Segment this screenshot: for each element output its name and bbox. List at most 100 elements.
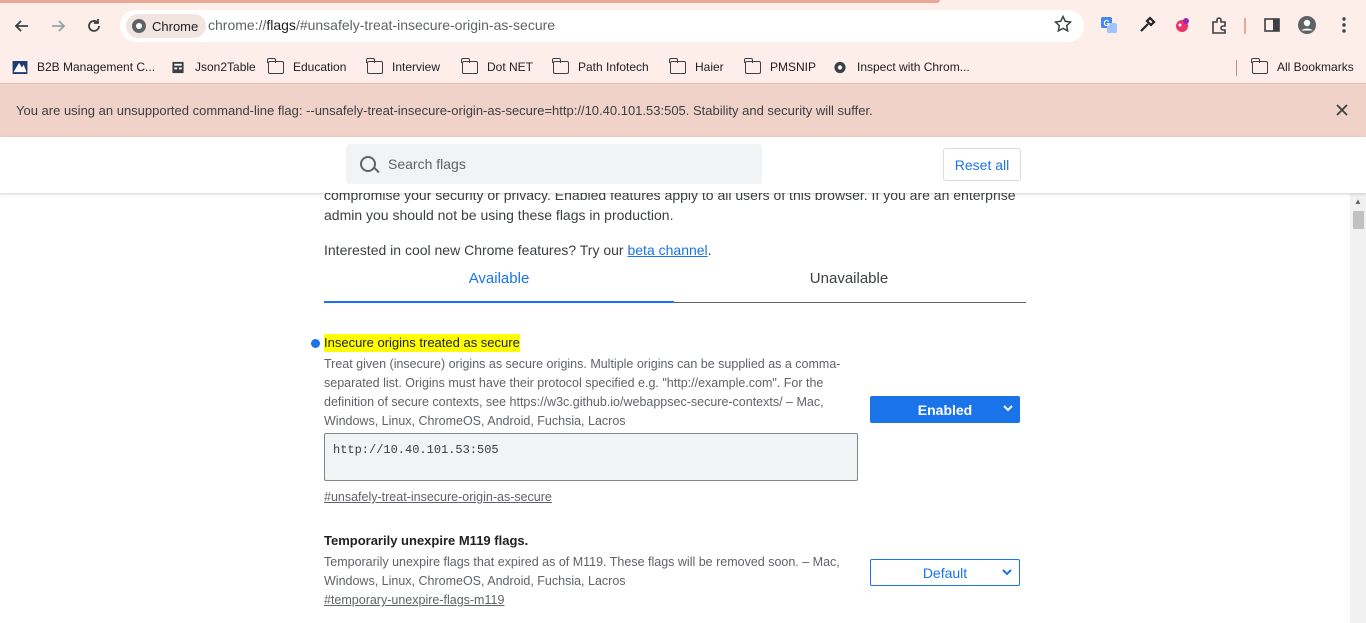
reload-icon (88, 19, 100, 32)
star-icon (1053, 14, 1073, 33)
bookmark-item[interactable]: PMSNIP (744, 56, 817, 78)
bookmark-label: B2B Management C... (37, 60, 156, 74)
select-value: Default (922, 564, 968, 581)
folder-icon (461, 57, 478, 74)
forward-button[interactable] (44, 12, 72, 40)
extensions-button[interactable] (1208, 14, 1230, 36)
url-path: /#unsafely-treat-insecure-origin-as-secu… (295, 17, 556, 33)
experiment-description: Treat given (insecure) origins as secure… (324, 357, 841, 428)
experiment-item: Insecure origins treated as secure Treat… (311, 334, 1026, 506)
translate-extension-button[interactable]: G (1098, 14, 1120, 36)
beta-promo: Interested in cool new Chrome features? … (324, 240, 712, 260)
more-vert-icon (1342, 17, 1346, 33)
bookmark-item[interactable]: Haier (669, 56, 724, 78)
bookmark-label: PMSNIP (770, 60, 817, 74)
infobar-message: You are using an unsupported command-lin… (16, 103, 873, 118)
search-input[interactable] (388, 156, 728, 172)
experiment-state-select[interactable]: Default (870, 559, 1020, 586)
bookmark-label: Dot NET (487, 60, 534, 74)
beta-prefix: Interested in cool new Chrome features? … (324, 242, 628, 258)
colorful-extension-button[interactable] (1171, 14, 1193, 36)
origins-textarea[interactable]: http://10.40.101.53:505 (324, 433, 858, 481)
search-box[interactable] (346, 144, 762, 184)
warning-line: compromise your security or privacy. Ena… (324, 193, 1016, 203)
bookmark-item[interactable]: Dot NET (461, 56, 534, 78)
side-panel-icon (1264, 18, 1280, 32)
chevron-down-icon (1002, 569, 1012, 576)
close-icon (1336, 104, 1348, 116)
eyedropper-extension-button[interactable] (1136, 14, 1158, 36)
bookmark-item[interactable]: B2B Management C... (12, 56, 155, 78)
site-info-chip[interactable]: Chrome (126, 14, 207, 38)
bookmark-item[interactable]: Interview (366, 56, 441, 78)
modified-indicator-dot (311, 339, 320, 348)
beta-suffix: . (707, 242, 712, 258)
address-bar[interactable]: Chrome chrome://flags/#unsafely-treat-in… (120, 10, 1084, 42)
folder-icon (744, 57, 761, 74)
profile-button[interactable] (1296, 14, 1318, 36)
all-bookmarks-label: All Bookmarks (1277, 60, 1354, 74)
browser-toolbar: Chrome chrome://flags/#unsafely-treat-in… (0, 0, 1366, 52)
experiment-description: Temporarily unexpire flags that expired … (324, 555, 840, 588)
arrow-right-icon (52, 20, 66, 32)
url-host: flags (266, 17, 296, 33)
chevron-down-icon (1003, 405, 1013, 412)
folder-icon (267, 57, 284, 74)
url-text[interactable]: chrome://flags/#unsafely-treat-insecure-… (208, 17, 555, 33)
bookmark-item[interactable]: Inspect with Chrom... (832, 56, 970, 78)
folder-icon (669, 57, 686, 74)
bookmark-label: Json2Table (195, 60, 256, 74)
chip-label: Chrome (152, 18, 199, 34)
all-bookmarks-button[interactable]: All Bookmarks (1251, 56, 1354, 78)
chrome-logo-icon (132, 19, 146, 33)
svg-text:G: G (1104, 19, 1110, 28)
search-icon (360, 156, 376, 172)
eyedropper-icon (1140, 16, 1156, 32)
page-scrollbar[interactable]: ▲ (1350, 193, 1366, 623)
bookmark-label: Path Infotech (578, 60, 649, 74)
avatar-icon (1298, 16, 1316, 34)
beta-channel-link[interactable]: beta channel (627, 242, 707, 258)
flags-header: Reset all (0, 137, 1366, 193)
active-tab-edge (0, 0, 940, 3)
warning-infobar: You are using an unsupported command-lin… (0, 83, 1366, 137)
reset-all-button[interactable]: Reset all (943, 148, 1021, 181)
scroll-thumb[interactable] (1353, 211, 1364, 229)
experiment-title: Temporarily unexpire M119 flags. (324, 533, 529, 548)
scroll-up-arrow-icon[interactable]: ▲ (1354, 197, 1362, 206)
bookmark-item[interactable]: Json2Table (170, 56, 256, 78)
back-button[interactable] (8, 12, 36, 40)
arrow-left-icon (14, 20, 28, 32)
experiment-state-select[interactable]: Enabled (870, 396, 1020, 423)
tab-unavailable[interactable]: Unavailable (674, 269, 1024, 303)
globe-icon (834, 61, 846, 73)
bookmarks-divider (1236, 60, 1237, 76)
bookmark-label: Education (293, 60, 347, 74)
menu-button[interactable] (1333, 14, 1355, 36)
experiment-item: Temporarily unexpire M119 flags. Tempora… (324, 532, 1026, 609)
warning-line: admin you should not be using these flag… (324, 207, 674, 223)
select-value: Enabled (917, 401, 973, 418)
url-scheme: chrome:// (208, 17, 267, 33)
flags-content: compromise your security or privacy. Ena… (0, 193, 1350, 623)
experiment-permalink[interactable]: #unsafely-treat-insecure-origin-as-secur… (324, 490, 552, 504)
tab-available[interactable]: Available (324, 269, 674, 303)
bookmark-star-button[interactable] (1053, 14, 1073, 38)
experiment-permalink[interactable]: #temporary-unexpire-flags-m119 (324, 593, 504, 607)
bookmark-item[interactable]: Education (267, 56, 347, 78)
infobar-close-button[interactable] (1336, 100, 1348, 121)
folder-icon (366, 57, 383, 74)
puzzle-icon (1212, 17, 1226, 34)
bookmark-label: Interview (392, 60, 441, 74)
side-panel-button[interactable] (1261, 14, 1283, 36)
translate-icon: G (1101, 17, 1117, 33)
folder-icon (552, 57, 569, 74)
bookmark-label: Haier (695, 60, 724, 74)
app-icon (12, 60, 28, 74)
toolbar-divider (1244, 18, 1246, 34)
flags-tabs: Available Unavailable (324, 269, 1026, 303)
bookmark-label: Inspect with Chrom... (857, 60, 970, 74)
bookmark-item[interactable]: Path Infotech (552, 56, 649, 78)
page-icon (172, 61, 184, 73)
reload-button[interactable] (80, 12, 108, 40)
